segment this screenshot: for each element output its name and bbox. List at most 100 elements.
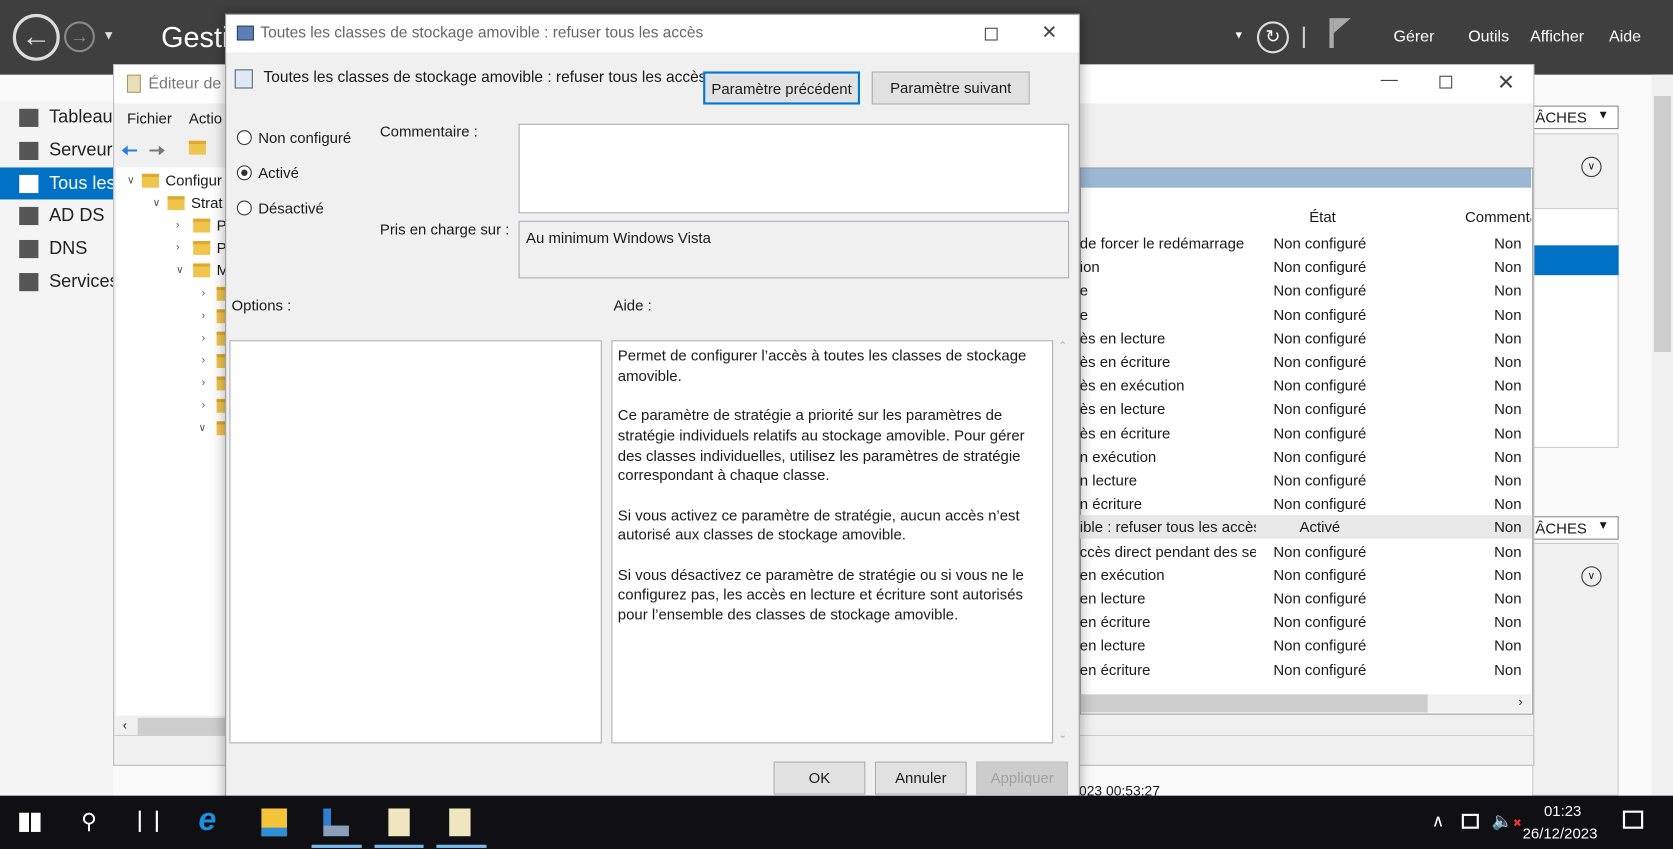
tree-expander[interactable]: › xyxy=(202,378,206,390)
maximize-button[interactable] xyxy=(984,27,998,41)
minimize-button[interactable]: — xyxy=(1381,70,1398,89)
scroll-up-icon[interactable]: ⌃ xyxy=(1054,340,1071,352)
menu-outils[interactable]: Outils xyxy=(1468,28,1509,46)
clock-date[interactable]: 26/12/2023 xyxy=(1523,824,1598,841)
maximize-button[interactable] xyxy=(1439,75,1453,89)
tree-hscroll[interactable]: ‹ xyxy=(116,715,228,738)
menu-action[interactable]: Actio xyxy=(189,110,222,127)
policy-row[interactable]: n exécution Non configuré Non xyxy=(1080,445,1532,468)
policy-row[interactable]: ccès direct pendant des se... Non configu… xyxy=(1080,539,1532,562)
scroll-thumb[interactable] xyxy=(1653,95,1671,352)
policy-row[interactable]: ès en écriture Non configuré Non xyxy=(1080,421,1532,444)
policy-row[interactable]: ible : refuser tous les accès Activé Non xyxy=(1079,515,1533,540)
policy-row[interactable]: de forcer le redémarrage Non configuré Non xyxy=(1080,231,1532,254)
policy-row[interactable]: ion Non configuré Non xyxy=(1080,255,1532,278)
refresh-icon[interactable]: ↻ xyxy=(1256,21,1289,54)
nav-item[interactable]: DNS xyxy=(0,233,113,265)
ok-button[interactable]: OK xyxy=(773,761,866,795)
menu-aide[interactable]: Aide xyxy=(1609,28,1641,46)
radio-button[interactable] xyxy=(236,200,252,216)
tree-item[interactable]: Strat xyxy=(191,194,223,211)
cancel-button[interactable]: Annuler xyxy=(874,761,967,795)
close-button[interactable]: ✕ xyxy=(1497,69,1515,96)
policy-row[interactable]: en lecture Non configuré Non xyxy=(1080,634,1532,657)
back-button-icon[interactable]: ← xyxy=(12,13,60,61)
show-hidden-icons-chevron-icon[interactable]: ∧ xyxy=(1432,811,1445,832)
expand-chevron-icon[interactable]: ∨ xyxy=(1581,156,1602,178)
nav-item[interactable]: Services xyxy=(0,266,113,298)
policy-row[interactable]: e Non configuré Non xyxy=(1080,279,1532,302)
tree-expander[interactable]: › xyxy=(176,220,180,232)
comment-textarea[interactable] xyxy=(518,123,1070,214)
volume-muted-icon[interactable]: 🔈✖ xyxy=(1492,811,1522,832)
start-button-windows-icon[interactable] xyxy=(19,812,41,832)
internet-explorer-icon[interactable]: e xyxy=(198,802,216,838)
scroll-thumb[interactable] xyxy=(1080,694,1428,713)
search-icon[interactable]: ⚲ xyxy=(81,808,97,835)
vertical-scrollbar[interactable] xyxy=(1651,74,1673,796)
nav-item[interactable]: Tableau xyxy=(0,101,113,133)
tree-expander[interactable]: ∨ xyxy=(127,175,135,187)
gpo-management-taskbar-icon[interactable] xyxy=(388,808,410,837)
policy-row[interactable]: en écriture Non configuré Non xyxy=(1080,610,1532,633)
network-icon[interactable] xyxy=(1461,813,1479,829)
menu-fichier[interactable]: Fichier xyxy=(127,110,172,127)
policy-row[interactable]: n lecture Non configuré Non xyxy=(1080,468,1532,491)
nav-item[interactable]: AD DS xyxy=(0,199,113,231)
policy-state: Non configuré xyxy=(1273,353,1367,371)
tree-expander[interactable]: › xyxy=(176,242,180,254)
scroll-down-icon[interactable]: ⌄ xyxy=(1054,730,1071,742)
clock-time[interactable]: 01:23 xyxy=(1544,802,1581,819)
policy-row[interactable]: en lecture Non configuré Non xyxy=(1080,587,1532,610)
tasks-dropdown[interactable]: ÂCHES ▼ xyxy=(1532,105,1619,130)
tasks-dropdown-2[interactable]: ÂCHES ▼ xyxy=(1532,516,1619,540)
scroll-thumb[interactable] xyxy=(137,717,228,735)
column-state[interactable]: État xyxy=(1309,208,1336,225)
tree-expander[interactable]: › xyxy=(202,400,206,412)
column-comment[interactable]: Commenta xyxy=(1465,208,1531,225)
scroll-right-icon[interactable]: › xyxy=(1518,694,1522,709)
up-folder-icon[interactable] xyxy=(188,140,206,155)
gpo-editor-taskbar-icon[interactable] xyxy=(449,808,471,837)
scroll-left-icon[interactable]: ‹ xyxy=(123,718,127,733)
policy-row[interactable]: en exécution Non configuré Non xyxy=(1080,563,1532,586)
policy-row[interactable]: en écriture Non configuré Non xyxy=(1080,658,1532,681)
policy-row[interactable]: ès en lecture Non configuré Non xyxy=(1080,397,1532,420)
policy-row[interactable]: ès en écriture Non configuré Non xyxy=(1080,350,1532,373)
policy-row[interactable]: e Non configuré Non xyxy=(1080,302,1532,325)
details-hscroll[interactable]: › xyxy=(1080,694,1532,713)
tree-expander[interactable]: › xyxy=(202,310,206,322)
server-manager-taskbar-icon[interactable] xyxy=(323,808,349,837)
tree-expander[interactable]: ∨ xyxy=(153,197,161,209)
policy-row[interactable]: n écriture Non configuré Non xyxy=(1080,492,1532,515)
tree-expander[interactable]: ∨ xyxy=(198,422,206,434)
radio-button[interactable] xyxy=(236,130,252,146)
selected-server[interactable] xyxy=(1532,245,1619,276)
menu-gerer[interactable]: Gérer xyxy=(1394,28,1435,46)
apply-button[interactable]: Appliquer xyxy=(976,761,1069,795)
previous-setting-button[interactable]: Paramètre précédent xyxy=(703,71,861,105)
forward-arrow-icon[interactable]: 🠦 xyxy=(148,135,165,171)
menu-afficher[interactable]: Afficher xyxy=(1530,28,1584,46)
tree-expander[interactable]: › xyxy=(202,333,206,345)
nav-item[interactable]: Serveur xyxy=(0,134,113,166)
nav-item[interactable]: Tous les xyxy=(0,167,114,200)
tree-item[interactable]: Configur xyxy=(165,172,221,189)
next-setting-button[interactable]: Paramètre suivant xyxy=(871,71,1030,105)
task-view-icon[interactable] xyxy=(138,810,158,832)
history-dropdown-icon[interactable]: ▼ xyxy=(102,28,115,43)
forward-button-icon[interactable]: → xyxy=(64,21,95,53)
expand-chevron-icon[interactable]: ∨ xyxy=(1581,566,1602,587)
policy-row[interactable]: ès en lecture Non configuré Non xyxy=(1080,326,1532,349)
action-center-icon[interactable] xyxy=(1622,810,1644,829)
file-explorer-icon[interactable] xyxy=(261,808,288,837)
close-button[interactable]: ✕ xyxy=(1041,21,1057,43)
policy-row[interactable]: ès en exécution Non configuré Non xyxy=(1080,374,1532,397)
tree-expander[interactable]: › xyxy=(202,288,206,300)
tree-expander[interactable]: ∨ xyxy=(176,265,184,277)
dropdown-icon[interactable]: ▼ xyxy=(1233,30,1244,42)
help-scrollbar[interactable]: ⌃ ⌄ xyxy=(1054,340,1071,743)
back-arrow-icon[interactable]: 🠤 xyxy=(121,135,138,171)
radio-button[interactable] xyxy=(236,165,252,181)
tree-expander[interactable]: › xyxy=(202,355,206,367)
